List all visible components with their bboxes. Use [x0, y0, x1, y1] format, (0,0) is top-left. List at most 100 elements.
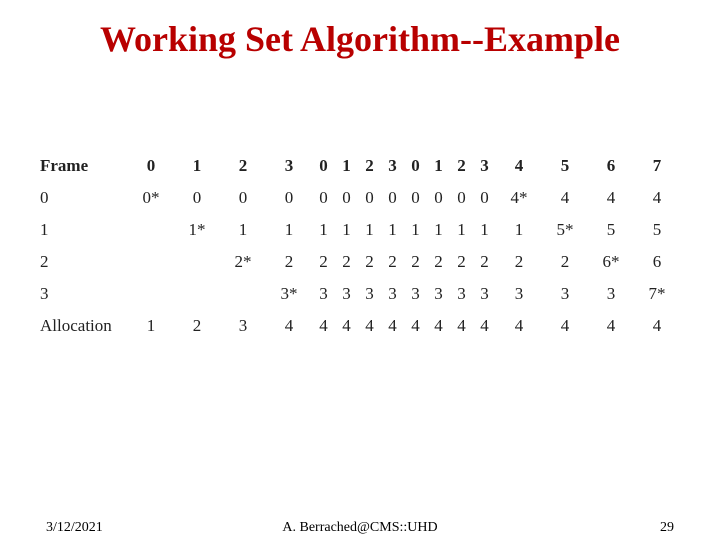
col-header: 3 — [266, 150, 312, 182]
cell: 0 — [381, 182, 404, 214]
cell: 0 — [174, 182, 220, 214]
cell: 0 — [404, 182, 427, 214]
cell: 2 — [473, 246, 496, 278]
col-header: 0 — [312, 150, 335, 182]
cell: 6* — [588, 246, 634, 278]
cell: 4 — [335, 310, 358, 342]
cell: 1 — [496, 214, 542, 246]
cell: 3 — [427, 278, 450, 310]
cell: 4 — [542, 310, 588, 342]
cell: 3 — [473, 278, 496, 310]
cell: 3 — [450, 278, 473, 310]
cell: 4 — [358, 310, 381, 342]
cell: 3 — [312, 278, 335, 310]
footer-author: A. Berrached@CMS::UHD — [0, 520, 720, 536]
row-label: 2 — [40, 246, 128, 278]
cell — [128, 214, 174, 246]
cell: 3 — [220, 310, 266, 342]
cell: 7* — [634, 278, 680, 310]
cell: 5 — [588, 214, 634, 246]
col-header: 1 — [427, 150, 450, 182]
cell: 6 — [634, 246, 680, 278]
cell: 2 — [404, 246, 427, 278]
table-header-row: Frame 0 1 2 3 0 1 2 3 0 1 2 3 4 5 6 7 — [40, 150, 680, 182]
col-header: 2 — [358, 150, 381, 182]
cell: 0 — [427, 182, 450, 214]
col-header: 1 — [174, 150, 220, 182]
footer-page-number: 29 — [660, 520, 674, 536]
cell — [128, 278, 174, 310]
cell: 2 — [174, 310, 220, 342]
cell: 3 — [335, 278, 358, 310]
cell: 0 — [335, 182, 358, 214]
cell: 4 — [634, 182, 680, 214]
cell: 1 — [266, 214, 312, 246]
row-label: 3 — [40, 278, 128, 310]
cell: 2 — [496, 246, 542, 278]
cell: 1 — [404, 214, 427, 246]
cell: 4* — [496, 182, 542, 214]
cell: 4 — [266, 310, 312, 342]
cell: 4 — [450, 310, 473, 342]
col-header: 7 — [634, 150, 680, 182]
table-row: 3 3* 3 3 3 3 3 3 3 3 3 3 3 7* — [40, 278, 680, 310]
cell: 3 — [381, 278, 404, 310]
cell: 1 — [335, 214, 358, 246]
cell: 3 — [588, 278, 634, 310]
cell: 4 — [496, 310, 542, 342]
cell: 2 — [335, 246, 358, 278]
cell: 2 — [358, 246, 381, 278]
row-label: 0 — [40, 182, 128, 214]
cell: 0 — [220, 182, 266, 214]
cell: 3 — [496, 278, 542, 310]
col-header: 3 — [473, 150, 496, 182]
cell: 0* — [128, 182, 174, 214]
cell: 4 — [427, 310, 450, 342]
col-header: 3 — [381, 150, 404, 182]
cell: 2 — [266, 246, 312, 278]
cell: 0 — [266, 182, 312, 214]
cell: 0 — [450, 182, 473, 214]
cell — [128, 246, 174, 278]
cell: 1 — [358, 214, 381, 246]
cell: 4 — [381, 310, 404, 342]
cell: 1 — [450, 214, 473, 246]
col-header: 4 — [496, 150, 542, 182]
col-header: 5 — [542, 150, 588, 182]
cell: 5 — [634, 214, 680, 246]
cell: 1 — [381, 214, 404, 246]
row-label: 1 — [40, 214, 128, 246]
cell — [220, 278, 266, 310]
cell: 1 — [312, 214, 335, 246]
cell: 4 — [588, 310, 634, 342]
slide: Working Set Algorithm--Example Frame 0 1… — [0, 0, 720, 540]
cell: 3 — [404, 278, 427, 310]
cell: 0 — [312, 182, 335, 214]
cell — [174, 246, 220, 278]
cell: 1* — [174, 214, 220, 246]
cell: 4 — [634, 310, 680, 342]
cell: 2 — [312, 246, 335, 278]
cell — [174, 278, 220, 310]
cell: 0 — [358, 182, 381, 214]
cell: 5* — [542, 214, 588, 246]
cell: 4 — [312, 310, 335, 342]
col-header: 1 — [335, 150, 358, 182]
cell: 4 — [588, 182, 634, 214]
cell: 3 — [542, 278, 588, 310]
cell: 2 — [427, 246, 450, 278]
table: Frame 0 1 2 3 0 1 2 3 0 1 2 3 4 5 6 7 — [40, 150, 680, 342]
cell: 2 — [542, 246, 588, 278]
col-header: 0 — [404, 150, 427, 182]
table-row: Allocation 1 2 3 4 4 4 4 4 4 4 4 4 4 4 4 — [40, 310, 680, 342]
row-label: Allocation — [40, 310, 128, 342]
cell: 3 — [358, 278, 381, 310]
cell: 4 — [404, 310, 427, 342]
cell: 4 — [473, 310, 496, 342]
table-row: 1 1* 1 1 1 1 1 1 1 1 1 1 1 5* 5 5 — [40, 214, 680, 246]
cell: 1 — [427, 214, 450, 246]
cell: 0 — [473, 182, 496, 214]
cell: 2* — [220, 246, 266, 278]
table-row: 0 0* 0 0 0 0 0 0 0 0 0 0 0 4* 4 4 4 — [40, 182, 680, 214]
table-row: 2 2* 2 2 2 2 2 2 2 2 2 2 2 6* 6 — [40, 246, 680, 278]
